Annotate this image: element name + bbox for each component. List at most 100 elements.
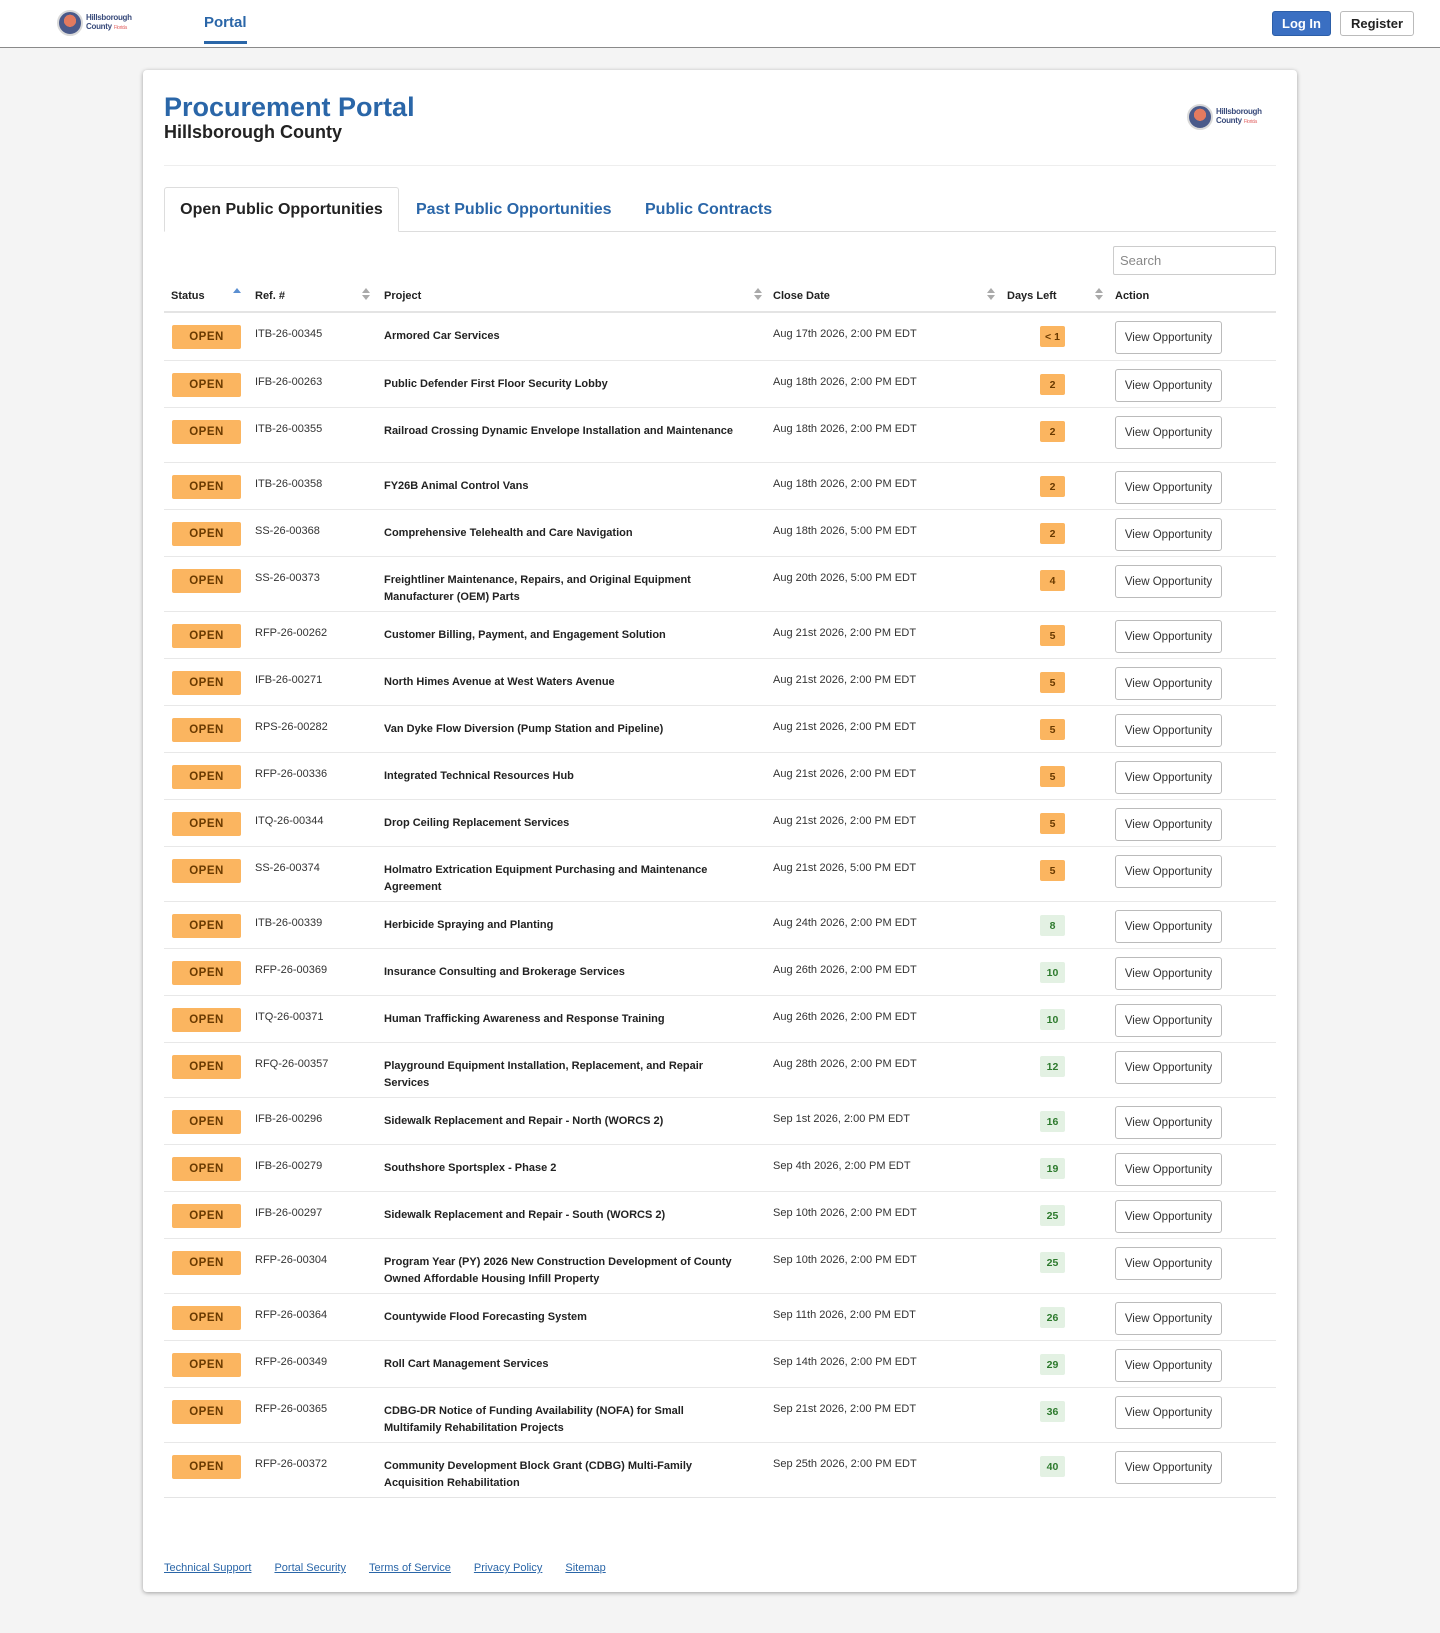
view-opportunity-button[interactable]: View Opportunity xyxy=(1115,620,1222,653)
sort-icon[interactable] xyxy=(362,288,370,302)
view-opportunity-button[interactable]: View Opportunity xyxy=(1115,808,1222,841)
login-button[interactable]: Log In xyxy=(1272,11,1331,36)
view-opportunity-button[interactable]: View Opportunity xyxy=(1115,1302,1222,1335)
county-logo[interactable]: Hillsborough County Florida xyxy=(57,10,132,36)
ref-number: RFP-26-00372 xyxy=(255,1458,328,1470)
view-opportunity-button[interactable]: View Opportunity xyxy=(1115,471,1222,504)
close-date: Sep 10th 2026, 2:00 PM EDT xyxy=(773,1254,917,1266)
footer-link-privacy-policy[interactable]: Privacy Policy xyxy=(474,1562,542,1574)
county-seal-icon xyxy=(1187,104,1213,130)
ref-number: IFB-26-00296 xyxy=(255,1113,323,1125)
status-badge: OPEN xyxy=(172,1251,241,1275)
status-badge: OPEN xyxy=(172,325,241,349)
days-left-badge: 10 xyxy=(1040,962,1065,983)
top-nav-bar: Hillsborough County Florida Portal Log I… xyxy=(0,0,1440,48)
view-opportunity-button[interactable]: View Opportunity xyxy=(1115,1106,1222,1139)
tab-open-public-opportunities[interactable]: Open Public Opportunities xyxy=(164,187,399,232)
ref-number: IFB-26-00279 xyxy=(255,1160,323,1172)
view-opportunity-button[interactable]: View Opportunity xyxy=(1115,1247,1222,1280)
view-opportunity-button[interactable]: View Opportunity xyxy=(1115,1349,1222,1382)
close-date: Sep 1st 2026, 2:00 PM EDT xyxy=(773,1113,910,1125)
project-name: Drop Ceiling Replacement Services xyxy=(384,817,570,829)
nav-portal-link[interactable]: Portal xyxy=(204,14,247,44)
tab-public-contracts[interactable]: Public Contracts xyxy=(645,187,772,232)
days-left-badge: 25 xyxy=(1040,1205,1065,1226)
project-name: Program Year (PY) 2026 New Construction … xyxy=(384,1256,732,1285)
view-opportunity-button[interactable]: View Opportunity xyxy=(1115,1004,1222,1037)
close-date: Aug 21st 2026, 2:00 PM EDT xyxy=(773,721,917,733)
status-badge: OPEN xyxy=(172,961,241,985)
opportunities-table: Status Ref. # Project Close Date Days Le… xyxy=(164,280,1276,1498)
close-date: Aug 21st 2026, 2:00 PM EDT xyxy=(773,627,917,639)
register-button[interactable]: Register xyxy=(1340,11,1414,36)
table-row: OPEN SS-26-00368 Comprehensive Telehealth … xyxy=(164,509,1276,556)
close-date: Aug 26th 2026, 2:00 PM EDT xyxy=(773,1011,917,1023)
view-opportunity-button[interactable]: View Opportunity xyxy=(1115,565,1222,598)
view-opportunity-button[interactable]: View Opportunity xyxy=(1115,518,1222,551)
footer-link-technical-support[interactable]: Technical Support xyxy=(164,1562,251,1574)
table-row: OPEN ITB-26-00345 Armored Car Services Aug … xyxy=(164,313,1276,360)
sort-icon[interactable] xyxy=(1095,288,1103,302)
close-date: Sep 4th 2026, 2:00 PM EDT xyxy=(773,1160,911,1172)
status-badge: OPEN xyxy=(172,420,241,444)
view-opportunity-button[interactable]: View Opportunity xyxy=(1115,369,1222,402)
logo-tag: Florida xyxy=(113,25,127,31)
view-opportunity-button[interactable]: View Opportunity xyxy=(1115,1451,1222,1484)
ref-number: RFP-26-00369 xyxy=(255,964,328,976)
table-body: OPEN ITB-26-00345 Armored Car Services Aug … xyxy=(164,313,1276,1497)
status-badge: OPEN xyxy=(172,914,241,938)
status-badge: OPEN xyxy=(172,1306,241,1330)
ref-number: IFB-26-00297 xyxy=(255,1207,323,1219)
header-divider xyxy=(164,165,1276,166)
view-opportunity-button[interactable]: View Opportunity xyxy=(1115,1051,1222,1084)
days-left-badge: 5 xyxy=(1040,766,1065,787)
close-date: Aug 26th 2026, 2:00 PM EDT xyxy=(773,964,917,976)
footer-link-terms-of-service[interactable]: Terms of Service xyxy=(369,1562,451,1574)
status-badge: OPEN xyxy=(172,812,241,836)
view-opportunity-button[interactable]: View Opportunity xyxy=(1115,855,1222,888)
sort-icon[interactable] xyxy=(987,288,995,302)
close-date: Aug 24th 2026, 2:00 PM EDT xyxy=(773,917,917,929)
table-row: OPEN RFP-26-00369 Insurance Consulting and… xyxy=(164,948,1276,995)
card-county-logo: Hillsborough County Florida xyxy=(1187,104,1262,130)
view-opportunity-button[interactable]: View Opportunity xyxy=(1115,1153,1222,1186)
view-opportunity-button[interactable]: View Opportunity xyxy=(1115,667,1222,700)
column-header-status[interactable]: Status xyxy=(171,290,205,302)
column-header-days-left[interactable]: Days Left xyxy=(1007,290,1057,302)
project-name: Armored Car Services xyxy=(384,330,500,342)
view-opportunity-button[interactable]: View Opportunity xyxy=(1115,416,1222,449)
close-date: Aug 28th 2026, 2:00 PM EDT xyxy=(773,1058,917,1070)
status-badge: OPEN xyxy=(172,522,241,546)
logo-text-line2: County xyxy=(1216,116,1242,125)
table-row: OPEN SS-26-00373 Freightliner Maintenance,… xyxy=(164,556,1276,611)
ref-number: ITB-26-00358 xyxy=(255,478,323,490)
footer-link-sitemap[interactable]: Sitemap xyxy=(565,1562,605,1574)
column-header-close-date[interactable]: Close Date xyxy=(773,290,830,302)
view-opportunity-button[interactable]: View Opportunity xyxy=(1115,761,1222,794)
column-header-project[interactable]: Project xyxy=(384,290,421,302)
table-header: Status Ref. # Project Close Date Days Le… xyxy=(164,280,1276,313)
opportunity-tabs: Open Public Opportunities Past Public Op… xyxy=(164,187,1276,232)
footer-link-portal-security[interactable]: Portal Security xyxy=(274,1562,346,1574)
status-badge: OPEN xyxy=(172,1455,241,1479)
view-opportunity-button[interactable]: View Opportunity xyxy=(1115,1200,1222,1233)
sort-ascending-icon[interactable] xyxy=(233,288,241,302)
sort-icon[interactable] xyxy=(754,288,762,302)
view-opportunity-button[interactable]: View Opportunity xyxy=(1115,321,1222,354)
column-header-ref[interactable]: Ref. # xyxy=(255,290,285,302)
days-left-badge: 19 xyxy=(1040,1158,1065,1179)
project-name: Holmatro Extrication Equipment Purchasin… xyxy=(384,864,708,893)
county-seal-icon xyxy=(57,10,83,36)
table-row: OPEN RFP-26-00372 Community Development Bl… xyxy=(164,1442,1276,1497)
close-date: Aug 21st 2026, 2:00 PM EDT xyxy=(773,815,917,827)
tab-past-public-opportunities[interactable]: Past Public Opportunities xyxy=(416,187,612,232)
project-name: Sidewalk Replacement and Repair - South … xyxy=(384,1209,666,1221)
ref-number: RFP-26-00336 xyxy=(255,768,328,780)
search-input[interactable] xyxy=(1113,246,1276,275)
view-opportunity-button[interactable]: View Opportunity xyxy=(1115,1396,1222,1429)
page-title: Procurement Portal xyxy=(164,92,415,122)
project-name: Comprehensive Telehealth and Care Naviga… xyxy=(384,527,633,539)
view-opportunity-button[interactable]: View Opportunity xyxy=(1115,910,1222,943)
view-opportunity-button[interactable]: View Opportunity xyxy=(1115,957,1222,990)
view-opportunity-button[interactable]: View Opportunity xyxy=(1115,714,1222,747)
